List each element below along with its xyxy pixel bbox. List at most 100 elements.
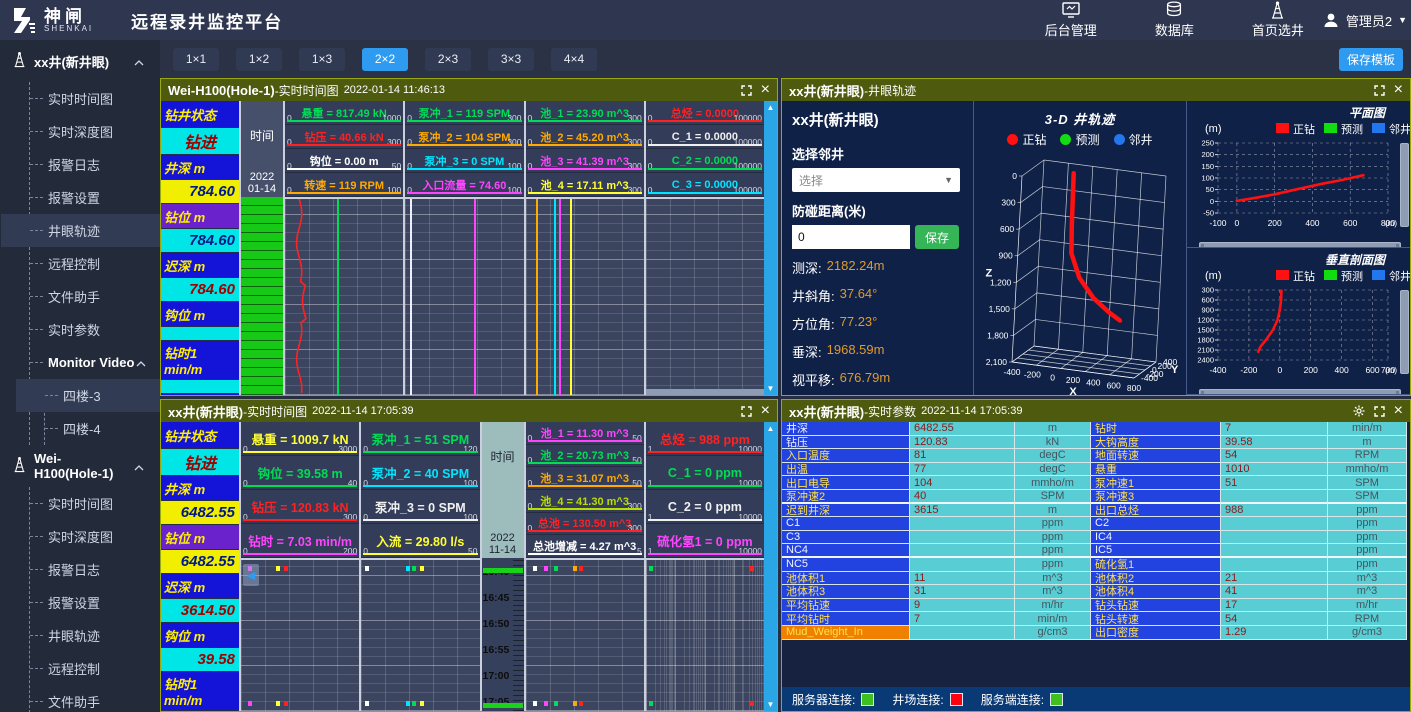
- sidebar-item-1-6[interactable]: 远程控制: [30, 247, 160, 280]
- curve-header[interactable]: 0泵冲_1 = 51 SPM120: [361, 422, 479, 456]
- save-template-button[interactable]: 保存模板: [1339, 48, 1403, 71]
- sidebar-item-2-1[interactable]: 实时时间图: [30, 487, 160, 520]
- curve-header[interactable]: 0C_3 = 0.0000100000: [646, 173, 764, 197]
- sidebar-item-2-3[interactable]: 报警日志: [30, 553, 160, 586]
- curve-header[interactable]: 0池_1 = 11.30 m^350: [526, 422, 644, 445]
- sidebar-group-1[interactable]: xx井(新井眼): [0, 40, 160, 82]
- nav-item-3[interactable]: 首页选井: [1252, 1, 1304, 39]
- layout-button-1×3[interactable]: 1×3: [299, 48, 345, 71]
- curve-header[interactable]: 1总烃 = 988 ppm10000: [646, 422, 764, 456]
- layout-button-4×4[interactable]: 4×4: [551, 48, 597, 71]
- close-icon[interactable]: ×: [761, 82, 770, 98]
- neighbor-select[interactable]: 选择▼: [792, 168, 960, 192]
- curve-header[interactable]: 1C_1 = 0 ppm10000: [646, 456, 764, 490]
- curve-header[interactable]: 0池_3 = 31.07 m^350: [526, 467, 644, 490]
- param-column: 钻井状态钻进井深 m6482.55钻位 m6482.55迟深 m3614.50钩…: [161, 422, 239, 711]
- close-icon[interactable]: ×: [1394, 82, 1403, 98]
- vertical-scrollbar[interactable]: ▲▼: [764, 422, 777, 711]
- curve-header[interactable]: 0池_3 = 41.39 m^3300: [526, 149, 644, 173]
- sidebar-item-2-6[interactable]: 远程控制: [30, 652, 160, 685]
- curve-header[interactable]: 0池_4 = 41.30 m^3300: [526, 490, 644, 513]
- sidebar-subitem-2[interactable]: 四楼-4: [45, 412, 160, 445]
- chevron-up-icon[interactable]: [134, 54, 144, 69]
- curve-header[interactable]: 0池_4 = 17.11 m^3300: [526, 173, 644, 197]
- curve-header[interactable]: 0泵冲_3 = 0 SPM100: [405, 149, 523, 173]
- page-title: 远程录井监控平台: [131, 8, 283, 33]
- nav-item-2[interactable]: 数据库: [1155, 1, 1194, 39]
- sidebar-item-1-7[interactable]: 文件助手: [30, 280, 160, 313]
- curve-header[interactable]: 0悬重 = 817.49 kN1000: [285, 101, 403, 125]
- sidebar-item-2-2[interactable]: 实时深度图: [30, 520, 160, 553]
- curve-header[interactable]: 0转速 = 119 RPM100: [285, 173, 403, 197]
- sidebar-item-1-3[interactable]: 报警日志: [30, 148, 160, 181]
- curve-header[interactable]: 1C_2 = 0 ppm10000: [646, 490, 764, 524]
- horizontal-scrollbar[interactable]: [646, 389, 764, 395]
- status-indicator: [861, 693, 874, 706]
- param-name-cell: 大钩高度: [1091, 436, 1221, 450]
- chevron-up-icon[interactable]: [136, 355, 146, 370]
- curve-header[interactable]: 0泵冲_2 = 40 SPM100: [361, 456, 479, 490]
- curve-header[interactable]: 0泵冲_3 = 0 SPM100: [361, 490, 479, 524]
- top-nav: 后台管理 数据库 首页选井: [1045, 1, 1322, 39]
- sidebar-subitem-1[interactable]: 四楼-3: [45, 379, 160, 412]
- curve-header[interactable]: 0钻压 = 40.66 kN300: [285, 125, 403, 149]
- svg-text:1800: 1800: [1197, 336, 1214, 345]
- expand-icon[interactable]: [741, 406, 752, 417]
- layout-button-1×1[interactable]: 1×1: [173, 48, 219, 71]
- curve-header[interactable]: 0泵冲_1 = 119 SPM300: [405, 101, 523, 125]
- sidebar-item-1-9[interactable]: Monitor Video: [30, 346, 160, 379]
- curve-header[interactable]: 0C_2 = 0.0000100000: [646, 149, 764, 173]
- app-header: 神闸 SHENKAI 远程录井监控平台 后台管理数据库首页选井 管理员2 ▼: [0, 0, 1411, 40]
- layout-button-1×2[interactable]: 1×2: [236, 48, 282, 71]
- svg-text:1500: 1500: [1197, 326, 1214, 335]
- distance-input[interactable]: [792, 225, 910, 249]
- vertical-scrollbar[interactable]: [1400, 143, 1409, 227]
- curve-header[interactable]: 0钻压 = 120.83 kN300: [241, 490, 359, 524]
- curve-header[interactable]: 0入口流量 = 74.60100: [405, 173, 523, 197]
- close-icon[interactable]: ×: [1394, 403, 1403, 419]
- param-unit-cell: SPM: [1328, 490, 1407, 504]
- sidebar-item-1-1[interactable]: 实时时间图: [30, 82, 160, 115]
- nav-item-1[interactable]: 后台管理: [1045, 2, 1097, 39]
- layout-button-2×3[interactable]: 2×3: [425, 48, 471, 71]
- sidebar-item-2-5[interactable]: 井眼轨迹: [30, 619, 160, 652]
- save-button[interactable]: 保存: [915, 225, 959, 249]
- layout-button-3×3[interactable]: 3×3: [488, 48, 534, 71]
- sidebar-group-2[interactable]: Wei-H100(Hole-1): [0, 445, 160, 487]
- curve-header[interactable]: 0池_2 = 20.73 m^350: [526, 445, 644, 468]
- sidebar-item-1-5[interactable]: 井眼轨迹: [30, 214, 160, 247]
- vertical-scrollbar[interactable]: [1400, 290, 1409, 374]
- curve-header[interactable]: 总池增减 = 4.27 m^35: [526, 535, 644, 558]
- layout-button-2×2[interactable]: 2×2: [362, 48, 408, 71]
- curve-header[interactable]: 0悬重 = 1009.7 kN3000: [241, 422, 359, 456]
- curve-header[interactable]: 0泵冲_2 = 104 SPM300: [405, 125, 523, 149]
- curve-header[interactable]: 0总池 = 130.50 m^3300: [526, 513, 644, 536]
- chevron-up-icon[interactable]: [134, 459, 144, 474]
- curve-header[interactable]: 0钩位 = 39.58 m40: [241, 456, 359, 490]
- curve-header[interactable]: 0C_1 = 0.0000100000: [646, 125, 764, 149]
- expand-icon[interactable]: [741, 85, 752, 96]
- sidebar-item-2-4[interactable]: 报警设置: [30, 586, 160, 619]
- expand-icon[interactable]: [1374, 406, 1385, 417]
- vertical-scrollbar[interactable]: ▲▼: [764, 101, 777, 395]
- curve-header[interactable]: 0池_1 = 23.90 m^3300: [526, 101, 644, 125]
- close-icon[interactable]: ×: [761, 403, 770, 419]
- param-name-cell: 钻头转速: [1091, 612, 1221, 626]
- curve-header[interactable]: 0钩位 = 0.00 m50: [285, 149, 403, 173]
- gear-icon[interactable]: [1353, 405, 1365, 417]
- sidebar-item-1-4[interactable]: 报警设置: [30, 181, 160, 214]
- curve-header[interactable]: 0池_2 = 45.20 m^3300: [526, 125, 644, 149]
- curve-header[interactable]: 0总烃 = 0.0000100000: [646, 101, 764, 125]
- user-menu[interactable]: 管理员2 ▼: [1322, 11, 1407, 30]
- curve-header[interactable]: 1硫化氢1 = 0 ppm10000: [646, 524, 764, 558]
- scroll-left-button[interactable]: ◀: [243, 564, 259, 586]
- panel-title: Wei-H100(Hole-1): [168, 83, 275, 98]
- sidebar-item-1-8[interactable]: 实时参数: [30, 313, 160, 346]
- expand-icon[interactable]: [1374, 85, 1385, 96]
- horizontal-scrollbar[interactable]: [1199, 389, 1401, 395]
- curve-header[interactable]: 0入流 = 29.80 l/s50: [361, 524, 479, 558]
- sidebar-item-2-7[interactable]: 文件助手: [30, 685, 160, 712]
- legend-dot: [1007, 134, 1018, 145]
- curve-header[interactable]: 0钻时 = 7.03 min/m200: [241, 524, 359, 558]
- sidebar-item-1-2[interactable]: 实时深度图: [30, 115, 160, 148]
